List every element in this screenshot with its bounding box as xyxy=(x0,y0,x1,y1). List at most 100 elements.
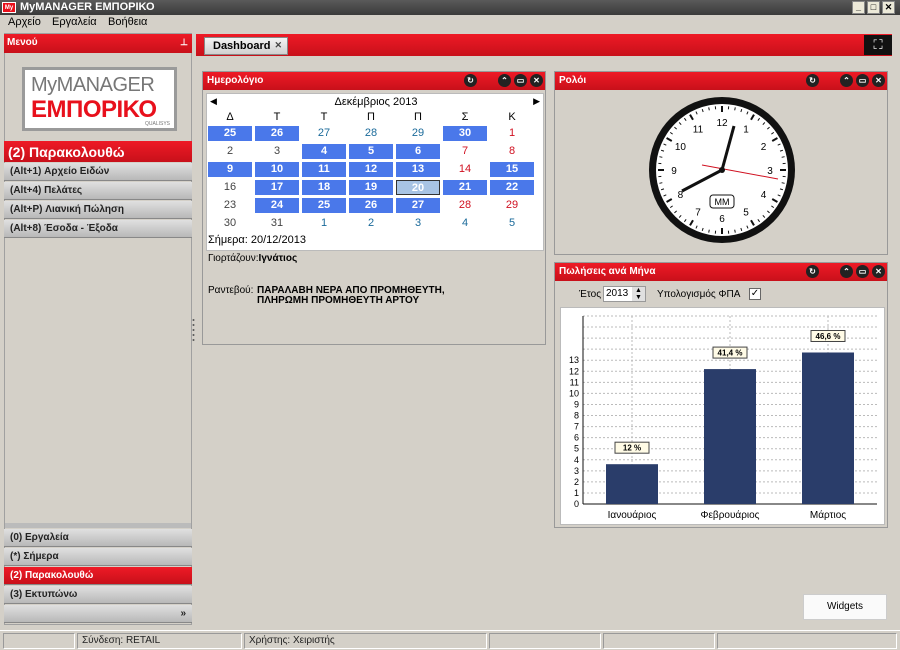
year-input[interactable]: 2013 ▲ ▼ xyxy=(603,286,646,302)
close-panel-icon[interactable]: ✕ xyxy=(872,74,885,87)
calendar-day[interactable]: 6 xyxy=(396,144,440,159)
collapse-icon[interactable]: ⌃ xyxy=(840,74,853,87)
menu-tools[interactable]: Εργαλεία xyxy=(52,16,97,28)
menu-panel-title: Μενού xyxy=(7,37,38,48)
y-tick-label: 10 xyxy=(569,388,579,398)
nav-item-income-expenses[interactable]: (Alt+8) Έσοδα - Έξοδα xyxy=(4,220,192,238)
calendar-day[interactable]: 27 xyxy=(396,198,440,213)
calendar-day[interactable]: 26 xyxy=(255,126,299,141)
y-tick-label: 8 xyxy=(574,411,579,421)
calendar-day[interactable]: 19 xyxy=(349,180,393,195)
calendar-title: Ημερολόγιο xyxy=(207,75,264,86)
x-tick-label: Ιανουάριος xyxy=(608,509,657,521)
pin-icon[interactable]: ⊥ xyxy=(180,37,188,48)
calendar-day[interactable]: 27 xyxy=(302,126,346,141)
calendar-day[interactable]: 8 xyxy=(490,144,534,159)
calendar-day[interactable]: 10 xyxy=(255,162,299,177)
next-month-icon[interactable]: ▶ xyxy=(533,96,540,107)
calendar-day[interactable]: 2 xyxy=(208,144,252,159)
collapse-icon[interactable]: ⌃ xyxy=(840,265,853,278)
calendar-day[interactable]: 3 xyxy=(396,216,440,231)
expand-nav-button[interactable]: » xyxy=(4,605,192,623)
calendar-day[interactable]: 23 xyxy=(208,198,252,213)
close-panel-icon[interactable]: ✕ xyxy=(872,265,885,278)
refresh-icon[interactable]: ↻ xyxy=(806,265,819,278)
close-button[interactable]: ✕ xyxy=(882,1,895,14)
refresh-icon[interactable]: ↻ xyxy=(806,74,819,87)
calendar-day[interactable]: 7 xyxy=(443,144,487,159)
menu-help[interactable]: Βοήθεια xyxy=(108,16,147,28)
appointment-2: ΠΛΗΡΩΜΗ ΠΡΟΜΗΘΕΥΤΗ ΑΡΤΟΥ xyxy=(257,295,420,306)
refresh-icon[interactable]: ↻ xyxy=(464,74,477,87)
calendar-day[interactable]: 25 xyxy=(302,198,346,213)
bottom-nav-today[interactable]: (*) Σήμερα xyxy=(4,548,192,566)
clock-number: 7 xyxy=(695,208,701,219)
calendar-day[interactable]: 30 xyxy=(443,126,487,141)
calendar-day[interactable]: 15 xyxy=(490,162,534,177)
collapse-icon[interactable]: ⌃ xyxy=(498,74,511,87)
year-spinner-icon[interactable]: ▲ ▼ xyxy=(632,287,645,301)
calendar-day[interactable]: 30 xyxy=(208,216,252,231)
calendar-day[interactable]: 1 xyxy=(302,216,346,231)
calendar-day-today[interactable]: 20 xyxy=(396,180,440,195)
nav-item-customers[interactable]: (Alt+4) Πελάτες xyxy=(4,182,192,200)
bottom-nav-print[interactable]: (3) Εκτυπώνω xyxy=(4,586,192,604)
calendar-day[interactable]: 18 xyxy=(302,180,346,195)
weekday-header: Τ xyxy=(320,111,328,123)
tab-dashboard[interactable]: Dashboard ✕ xyxy=(204,37,288,55)
calendar-day[interactable]: 26 xyxy=(349,198,393,213)
calendar-day[interactable]: 29 xyxy=(490,198,534,213)
y-tick-label: 12 xyxy=(569,366,579,376)
bottom-nav-monitor[interactable]: (2) Παρακολουθώ xyxy=(4,567,192,585)
calendar-day[interactable]: 3 xyxy=(255,144,299,159)
nav-item-retail-sale[interactable]: (Alt+P) Λιανική Πώληση xyxy=(4,201,192,219)
weekday-header: Δ xyxy=(226,111,234,123)
close-tab-icon[interactable]: ✕ xyxy=(274,40,282,51)
fullscreen-icon[interactable]: ⛶ xyxy=(864,35,892,55)
weekday-header: Π xyxy=(367,111,375,123)
calendar-day[interactable]: 5 xyxy=(349,144,393,159)
weekday-header: Σ xyxy=(461,111,469,123)
calendar-day[interactable]: 4 xyxy=(302,144,346,159)
calendar-day[interactable]: 2 xyxy=(349,216,393,231)
today-label: Σήμερα: 20/12/2013 xyxy=(208,234,306,246)
calendar-day[interactable]: 5 xyxy=(490,216,534,231)
calendar-day[interactable]: 9 xyxy=(208,162,252,177)
calendar-day[interactable]: 25 xyxy=(208,126,252,141)
widgets-button[interactable]: Widgets xyxy=(803,594,887,620)
minimize-panel-icon[interactable]: ▭ xyxy=(514,74,527,87)
minimize-panel-icon[interactable]: ▭ xyxy=(856,74,869,87)
calendar-day[interactable]: 28 xyxy=(349,126,393,141)
y-tick-label: 7 xyxy=(574,422,579,432)
calendar-day[interactable]: 4 xyxy=(443,216,487,231)
status-cell-empty xyxy=(603,633,715,649)
calendar-day[interactable]: 29 xyxy=(396,126,440,141)
calendar-day[interactable]: 13 xyxy=(396,162,440,177)
nav-item-items-file[interactable]: (Alt+1) Αρχείο Ειδών xyxy=(4,163,192,181)
calendar-day[interactable]: 21 xyxy=(443,180,487,195)
vat-checkbox[interactable]: ✓ xyxy=(749,288,761,300)
calendar-day[interactable]: 28 xyxy=(443,198,487,213)
status-user: Χρήστης: Χειριστής xyxy=(244,633,487,649)
maximize-button[interactable]: □ xyxy=(867,1,880,14)
calendar-day[interactable]: 17 xyxy=(255,180,299,195)
calendar-day[interactable]: 14 xyxy=(443,162,487,177)
calendar-day[interactable]: 22 xyxy=(490,180,534,195)
minimize-button[interactable]: _ xyxy=(852,1,865,14)
minimize-panel-icon[interactable]: ▭ xyxy=(856,265,869,278)
close-panel-icon[interactable]: ✕ xyxy=(530,74,543,87)
calendar-day[interactable]: 31 xyxy=(255,216,299,231)
calendar-day[interactable]: 24 xyxy=(255,198,299,213)
clock-number: 2 xyxy=(761,142,767,153)
bottom-nav-tools[interactable]: (0) Εργαλεία xyxy=(4,529,192,547)
calendar-day[interactable]: 16 xyxy=(208,180,252,195)
clock-title: Ρολόι xyxy=(559,75,587,86)
menu-file[interactable]: Αρχείο xyxy=(8,16,41,28)
calendar-day[interactable]: 11 xyxy=(302,162,346,177)
calendar-day[interactable]: 12 xyxy=(349,162,393,177)
y-tick-label: 5 xyxy=(574,444,579,454)
calendar-day[interactable]: 1 xyxy=(490,126,534,141)
splitter-handle[interactable] xyxy=(192,318,195,344)
y-tick-label: 1 xyxy=(574,488,579,498)
clock-number: 9 xyxy=(671,166,677,177)
